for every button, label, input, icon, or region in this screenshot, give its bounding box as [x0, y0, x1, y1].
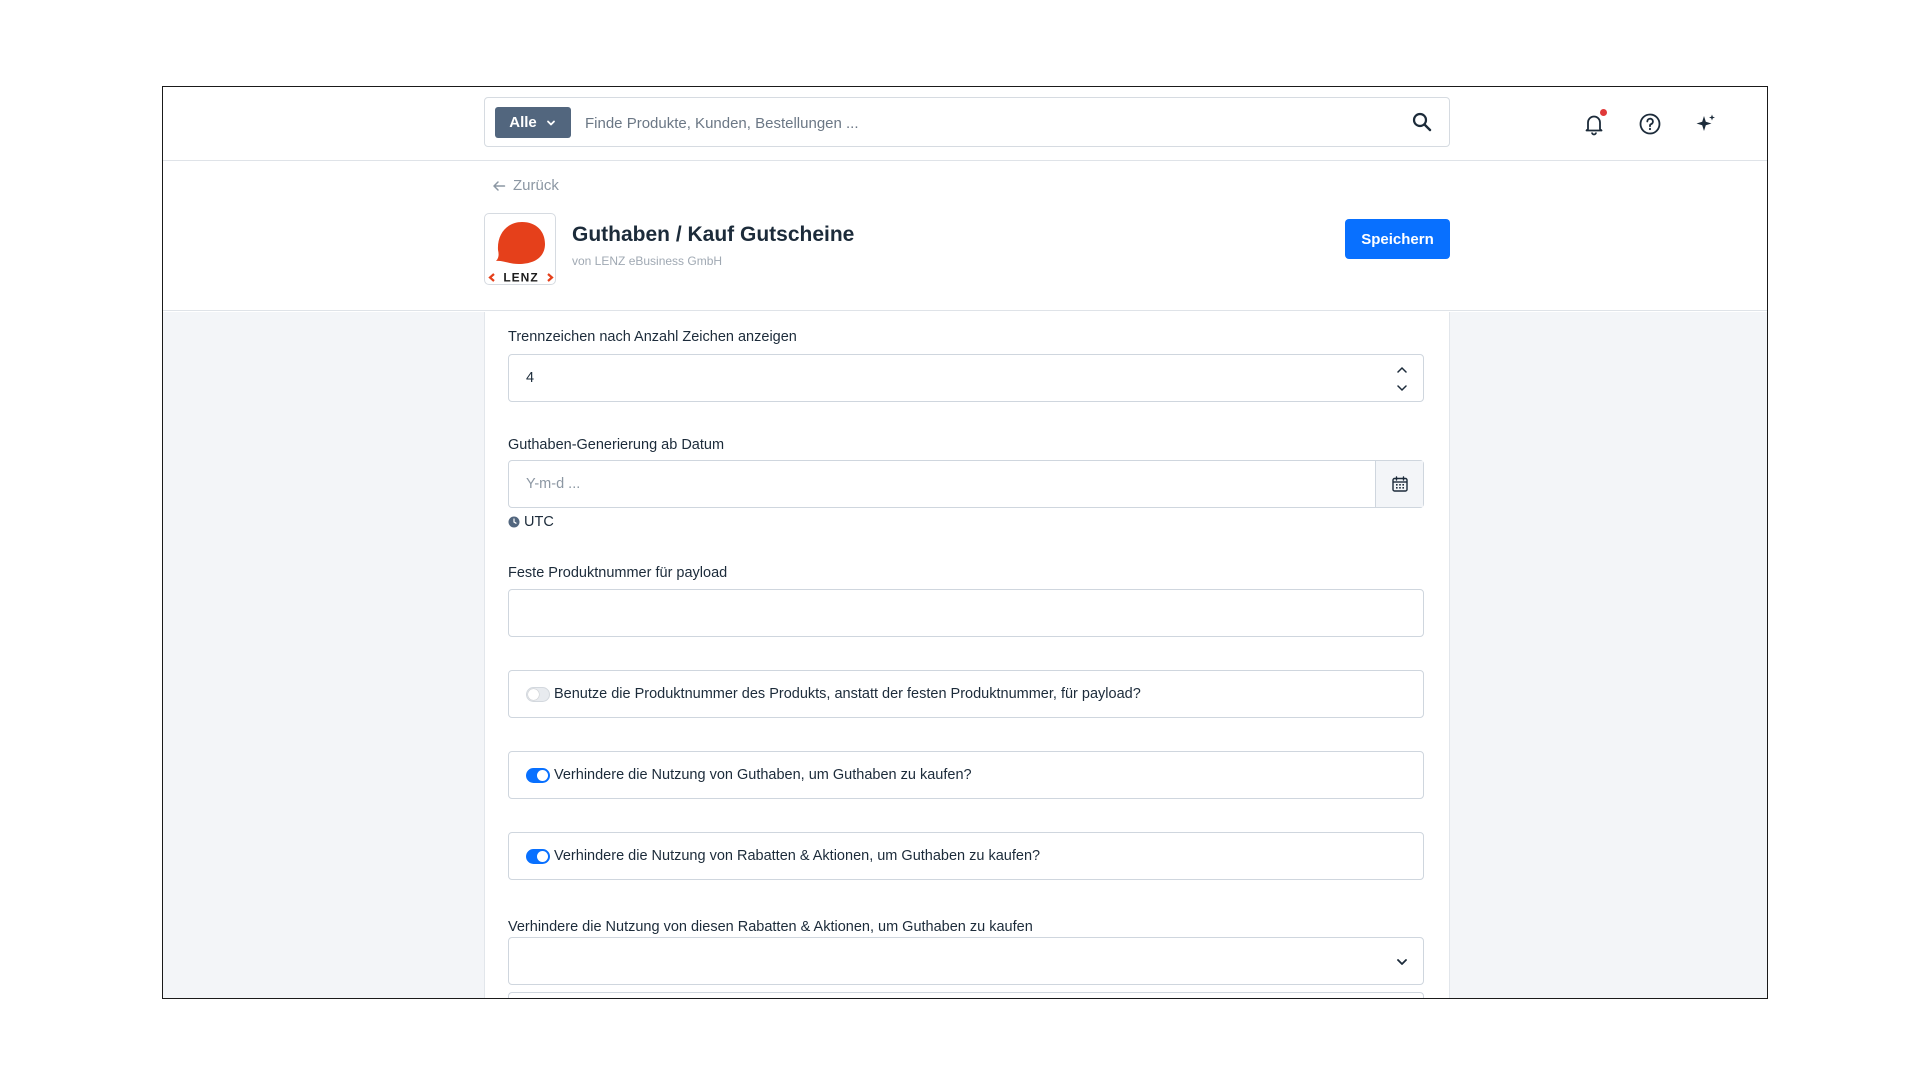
timezone-hint: UTC [508, 514, 554, 530]
toggle-row-prevent-promotions: Verhindere die Nutzung von Rabatten & Ak… [508, 832, 1424, 880]
back-link[interactable]: Zurück [492, 177, 559, 194]
global-search: Alle [484, 97, 1450, 147]
toggle-knob [537, 770, 548, 781]
back-link-label: Zurück [513, 177, 559, 194]
timezone-label: UTC [524, 514, 554, 530]
chevron-down-icon [546, 120, 555, 125]
app-logo: LENZ [484, 213, 556, 285]
promotions-label: Verhindere die Nutzung von diesen Rabatt… [508, 919, 1033, 935]
calendar-button[interactable] [1375, 461, 1423, 507]
search-input[interactable] [585, 110, 1385, 136]
toggle-knob [528, 689, 539, 700]
toggle-label: Verhindere die Nutzung von Rabatten & Ak… [554, 848, 1041, 864]
separator-number-input[interactable]: 4 [508, 354, 1424, 402]
toggle-row-use-product-number: Benutze die Produktnummer des Produkts, … [508, 670, 1424, 718]
search-scope-label: Alle [509, 114, 537, 131]
date-input[interactable]: Y-m-d ... [508, 460, 1424, 508]
toggle-switch[interactable] [526, 768, 550, 783]
number-stepper[interactable] [1395, 361, 1409, 397]
next-field-partial [508, 992, 1424, 998]
toggle-knob [537, 851, 548, 862]
product-number-label: Feste Produktnummer für payload [508, 565, 728, 581]
settings-card [484, 312, 1450, 998]
toggle-switch[interactable] [526, 687, 550, 702]
top-bar: Alle [163, 87, 1767, 161]
search-scope-dropdown[interactable]: Alle [495, 107, 571, 138]
calendar-icon [1391, 476, 1408, 492]
toggle-label: Verhindere die Nutzung von Guthaben, um … [554, 767, 972, 783]
separator-value: 4 [526, 370, 535, 386]
app-window: Alle Zurück LENZ Guthaben / Kauf Gutsche… [162, 86, 1768, 999]
notification-dot [1600, 109, 1607, 116]
page-header: Zurück LENZ Guthaben / Kauf Gutscheine v… [163, 161, 1767, 311]
separator-label: Trennzeichen nach Anzahl Zeichen anzeige… [508, 329, 797, 345]
vendor-name: von LENZ eBusiness GmbH [572, 254, 723, 268]
date-label: Guthaben-Generierung ab Datum [508, 437, 725, 453]
toggle-row-prevent-credit: Verhindere die Nutzung von Guthaben, um … [508, 751, 1424, 799]
save-button[interactable]: Speichern [1345, 219, 1450, 259]
arrow-left-icon [493, 180, 506, 191]
help-icon[interactable] [1637, 111, 1663, 137]
search-icon[interactable] [1411, 111, 1433, 133]
sparkles-icon[interactable] [1693, 111, 1719, 137]
promotions-select[interactable] [508, 937, 1424, 985]
lenz-logo: LENZ [488, 222, 554, 285]
date-placeholder: Y-m-d ... [526, 476, 581, 492]
toggle-switch[interactable] [526, 849, 550, 864]
page-title: Guthaben / Kauf Gutscheine [572, 223, 855, 246]
svg-text:LENZ: LENZ [503, 271, 538, 285]
toggle-label: Benutze die Produktnummer des Produkts, … [554, 686, 1141, 702]
clock-icon [508, 516, 520, 528]
chevron-down-icon [1397, 959, 1407, 965]
product-number-input[interactable] [508, 589, 1424, 637]
